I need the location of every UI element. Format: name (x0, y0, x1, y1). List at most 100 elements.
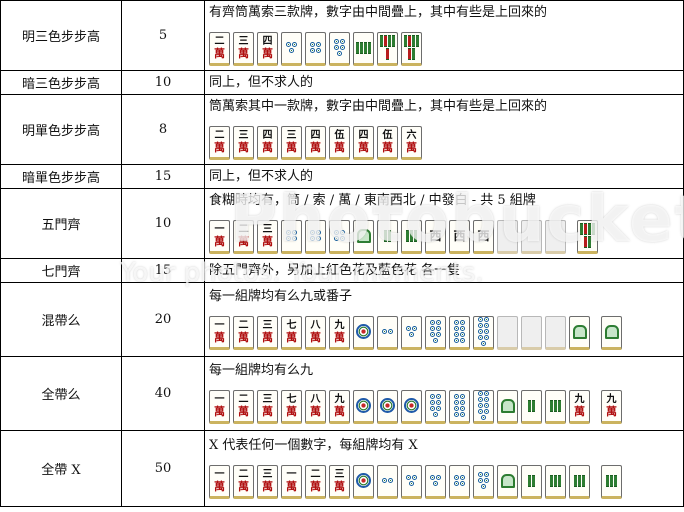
rule-description-cell: 每一組牌均有么九或番子一萬二萬三萬七萬八萬九萬 (204, 282, 684, 357)
dot-circle (460, 400, 465, 405)
dot-circle (430, 400, 435, 405)
tile-number: 九 (334, 393, 345, 405)
wan-glyph: 萬 (286, 479, 297, 493)
blank-tile (497, 219, 518, 254)
dot-circle (454, 326, 459, 331)
dot-circle (484, 391, 489, 396)
tile-number: 八 (310, 319, 321, 331)
bamboo-stick (384, 229, 387, 242)
dot-circle (334, 45, 339, 50)
bamboo-stick (412, 48, 415, 60)
bamboo-stick (386, 48, 389, 60)
bamboo-stick (528, 399, 531, 412)
tile-number: 一 (286, 468, 297, 480)
bamboo-stick (414, 229, 417, 242)
bamboo-stick (578, 474, 581, 487)
bamboo-stick (558, 399, 561, 412)
rule-description: 食糊時均有，筒 / 索 / 萬 / 東南西北 / 中發白 - 共 5 組牌 (209, 192, 536, 208)
rule-name: 五門齊 (0, 188, 122, 259)
tile-number: 三 (286, 129, 297, 141)
bamboo-tile (377, 31, 398, 66)
dot-circle (478, 397, 483, 402)
dot-tile (425, 464, 446, 499)
rule-description: 除五門齊外，另加上紅色花及藍色花 各一隻 (209, 262, 461, 278)
character-tile: 二萬 (305, 464, 326, 499)
rule-points: 40 (121, 356, 205, 431)
bamboo-stick (550, 399, 553, 412)
dot-circle (286, 42, 291, 47)
character-tile: 伍萬 (329, 125, 350, 160)
dot-circle (484, 317, 489, 322)
character-tile: 三萬 (257, 315, 278, 350)
wan-glyph: 萬 (382, 140, 393, 154)
rule-description-cell: 同上，但不求人的 (204, 70, 684, 95)
bamboo-stick (574, 474, 577, 487)
character-tile: 六萬 (401, 125, 422, 160)
tile-number: 四 (262, 129, 273, 141)
bird-icon (500, 473, 515, 488)
dot-circle (454, 332, 459, 337)
bamboo-stick (588, 223, 591, 235)
wan-glyph: 萬 (262, 234, 273, 248)
bamboo-tile (401, 219, 422, 254)
dot-circle (316, 48, 321, 53)
tile-number: 一 (214, 319, 225, 331)
character-tile: 九萬 (601, 389, 622, 424)
dot-circle (478, 391, 483, 396)
dot-tile (377, 389, 398, 424)
tile-number: 七 (286, 319, 297, 331)
character-tile: 三萬 (281, 125, 302, 160)
bamboo-stick (554, 399, 557, 412)
dot-circle (430, 320, 435, 325)
bird-icon (572, 324, 587, 339)
dot-circle (436, 394, 441, 399)
dot-circle (292, 42, 297, 47)
character-tile: 二萬 (233, 464, 254, 499)
honor-tile: 西 (425, 219, 446, 254)
rule-name: 全帶么 (0, 356, 122, 431)
dot-circle (454, 394, 459, 399)
wan-glyph: 萬 (606, 404, 617, 418)
wan-glyph: 萬 (214, 404, 225, 418)
character-tile: 九萬 (329, 389, 350, 424)
dot-circle (289, 48, 294, 53)
dot-circle (409, 481, 414, 486)
bird-tile (497, 464, 518, 499)
wan-glyph: 萬 (214, 46, 225, 60)
dot-circle (454, 406, 459, 411)
bamboo-stick (606, 474, 609, 487)
character-tile: 七萬 (281, 315, 302, 350)
wan-glyph: 萬 (214, 479, 225, 493)
tile-number: 三 (334, 468, 345, 480)
honor-glyph: 西 (453, 228, 466, 243)
bamboo-stick (410, 229, 413, 242)
character-tile: 一萬 (209, 389, 230, 424)
dot-circle (356, 324, 371, 339)
character-tile: 三萬 (257, 389, 278, 424)
dot-circle (310, 48, 315, 53)
rule-row: 混帶么 20 每一組牌均有么九或番子一萬二萬三萬七萬八萬九萬 (0, 282, 684, 357)
dot-circle (433, 481, 438, 486)
bamboo-stick (408, 48, 411, 60)
tile-number: 三 (262, 468, 273, 480)
bamboo-stick (388, 35, 391, 47)
dot-circle (454, 338, 459, 343)
bird-icon (604, 324, 619, 339)
wan-glyph: 萬 (262, 140, 273, 154)
bamboo-tile (569, 464, 590, 499)
bamboo-stick (580, 223, 583, 235)
dot-circle (436, 326, 441, 331)
dot-circle (436, 475, 441, 480)
bamboo-stick (356, 41, 359, 54)
dot-circle (382, 478, 387, 483)
character-tile: 一萬 (281, 464, 302, 499)
wan-glyph: 萬 (334, 140, 345, 154)
character-tile: 三萬 (233, 31, 254, 66)
dot-tile (305, 219, 326, 254)
bamboo-stick (532, 399, 535, 412)
bird-icon (500, 398, 515, 413)
bamboo-stick (584, 236, 587, 248)
bamboo-stick (406, 229, 409, 242)
dot-tile (281, 219, 302, 254)
bamboo-tile (601, 464, 622, 499)
